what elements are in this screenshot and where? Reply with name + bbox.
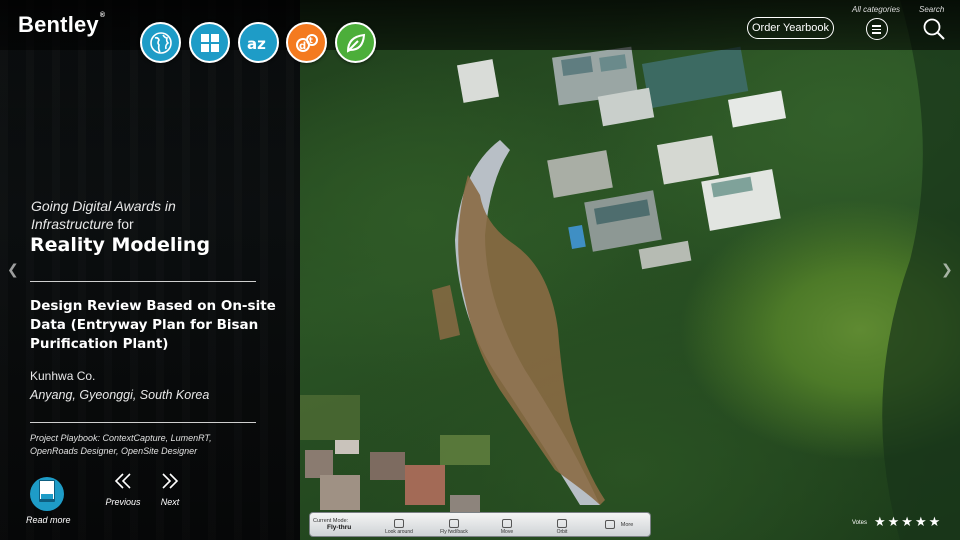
- look-around-button[interactable]: Look around: [382, 513, 416, 536]
- project-title: Design Review Based on On-site Data (Ent…: [30, 298, 276, 352]
- divider: [30, 422, 256, 423]
- treatment-plant: [456, 46, 787, 270]
- next-button[interactable]: Next: [158, 472, 182, 507]
- move-keys-icon: [502, 519, 512, 528]
- svg-text:d: d: [299, 41, 306, 52]
- svg-text:t: t: [309, 36, 313, 45]
- chevron-right-icon[interactable]: ❯: [941, 262, 953, 278]
- fly-icon: [449, 519, 459, 528]
- current-mode-display[interactable]: Current Mode: Fly-thru: [313, 513, 369, 536]
- previous-label: Previous: [105, 497, 141, 507]
- project-location: Anyang, Gyeonggi, South Korea: [30, 388, 210, 402]
- category-leaf-button[interactable]: [335, 22, 376, 63]
- dt-icon: d t: [295, 33, 318, 52]
- read-more-label[interactable]: Read more: [26, 515, 71, 525]
- previous-button[interactable]: Previous: [105, 472, 141, 507]
- search-icon: [923, 18, 945, 40]
- svg-text:az: az: [247, 35, 266, 53]
- category-globe-button[interactable]: [140, 22, 181, 63]
- scene-illustration: [300, 0, 960, 540]
- project-playbook: Project Playbook: ContextCapture, LumenR…: [30, 433, 212, 456]
- look-around-icon: [394, 519, 404, 528]
- category-grid-button[interactable]: [189, 22, 230, 63]
- star-rating[interactable]: ★★★★★: [874, 515, 942, 530]
- bentley-logo[interactable]: Bentley®: [18, 12, 105, 38]
- chevron-double-left-icon: [114, 473, 131, 489]
- rating-label: Votes: [852, 520, 868, 526]
- orbit-icon: [557, 519, 567, 528]
- grid-icon: [200, 33, 219, 52]
- book-icon: [30, 477, 64, 511]
- chevron-left-icon[interactable]: ❮: [7, 262, 19, 278]
- aerial-reality-model-view[interactable]: [300, 0, 960, 540]
- project-info-panel: [0, 0, 300, 540]
- current-mode-value: Fly-thru: [327, 524, 352, 531]
- chevron-double-right-icon: [162, 473, 179, 489]
- order-yearbook-button[interactable]: Order Yearbook: [747, 17, 834, 39]
- move-button[interactable]: Move: [495, 513, 519, 536]
- viewer-navigation-toolbar: Current Mode: Fly-thru Look around Fly f…: [309, 512, 651, 537]
- divider: [30, 281, 256, 282]
- search-button[interactable]: [922, 17, 946, 41]
- next-label: Next: [160, 497, 180, 507]
- leaf-icon: [346, 33, 365, 53]
- award-name: Going Digital Awards in Infrastructure f…: [31, 198, 176, 232]
- all-categories-menu-button[interactable]: [866, 18, 888, 40]
- organization-name: Kunhwa Co.: [30, 369, 96, 383]
- fly-fwd-back-button[interactable]: Fly fwd/back: [434, 513, 474, 536]
- az-icon: az: [247, 35, 266, 53]
- all-categories-label: All categories: [852, 5, 901, 14]
- read-more-button[interactable]: [29, 472, 65, 512]
- orbit-button[interactable]: Orbit: [550, 513, 574, 536]
- search-label: Search: [919, 5, 945, 14]
- more-button[interactable]: More: [597, 513, 641, 536]
- category-az-button[interactable]: az: [238, 22, 279, 63]
- award-category-title: Reality Modeling: [30, 234, 211, 256]
- category-digital-twin-button[interactable]: d t: [286, 22, 327, 63]
- more-icon: [604, 520, 615, 529]
- globe-icon: [149, 31, 172, 54]
